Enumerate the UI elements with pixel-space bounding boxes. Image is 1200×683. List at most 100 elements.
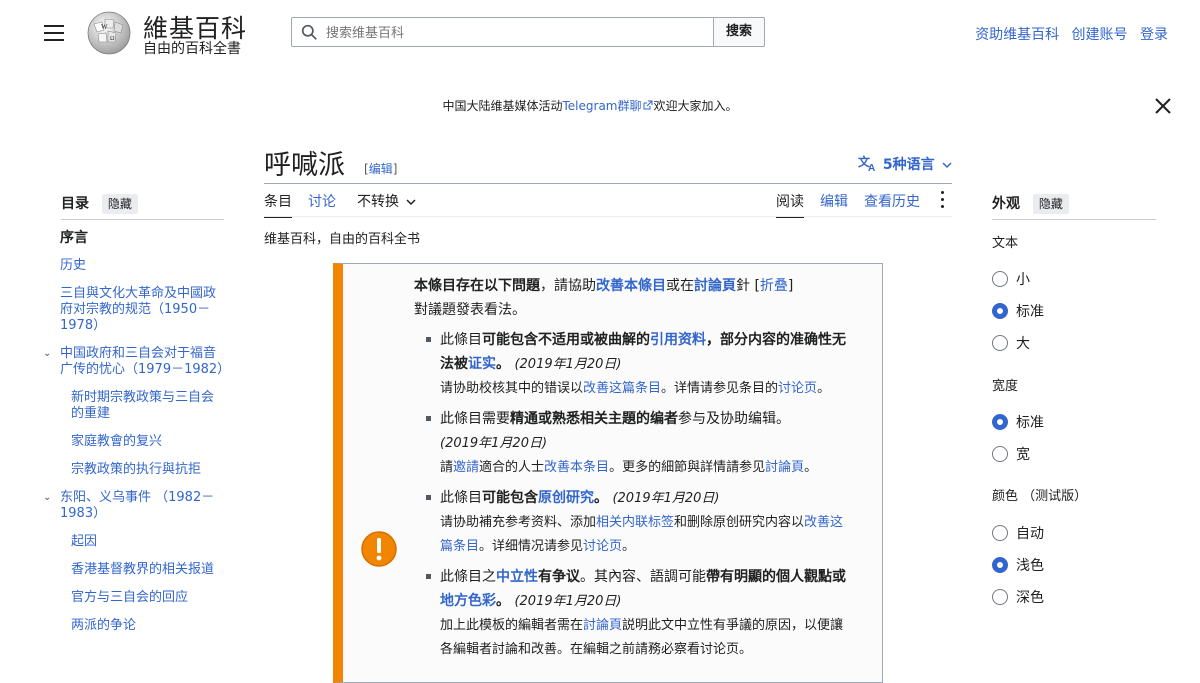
radio-button[interactable]: [992, 525, 1008, 541]
original-research-link[interactable]: 原创研究: [538, 490, 594, 506]
text-size-small[interactable]: 小: [992, 269, 1030, 289]
talk-link[interactable]: 讨论页: [583, 539, 622, 554]
verify-link[interactable]: 证实: [468, 356, 496, 372]
svg-text:A: A: [868, 163, 875, 172]
width-standard[interactable]: 标准: [992, 412, 1044, 432]
improve-article-link[interactable]: 改善本條目: [596, 278, 666, 294]
toc-item[interactable]: 三自與文化大革命及中國政府对宗教的规范（1950－1978）: [60, 286, 225, 334]
local-color-link[interactable]: 地方色彩: [440, 593, 496, 609]
create-account-link[interactable]: 创建账号: [1072, 27, 1128, 43]
improve-link[interactable]: 改善本条目: [544, 460, 609, 475]
svg-text:W: W: [101, 23, 108, 31]
page-title: 呼喊派: [264, 150, 345, 181]
variant-dropdown[interactable]: 不转换: [357, 191, 416, 211]
text-size-label: 文本: [992, 236, 1019, 251]
toc-subitem[interactable]: 宗教政策的执行與抗拒: [71, 462, 225, 478]
toc-item[interactable]: 中国政府和三自会对于福音广传的忧心（1979－1982）: [60, 346, 230, 377]
invite-link[interactable]: 邀請: [453, 460, 479, 475]
external-link-icon: [643, 100, 652, 110]
issue-item: 此條目需要精通或熟悉相关主題的编者参与及协助编辑。 (2019年1月20日) 請邀…: [426, 407, 848, 480]
citation-link[interactable]: 引用资料: [650, 332, 706, 348]
radio-button[interactable]: [992, 271, 1008, 287]
color-dark[interactable]: 深色: [992, 587, 1044, 607]
radio-button[interactable]: [992, 335, 1008, 351]
table-of-contents: 序言 历史 三自與文化大革命及中國政府对宗教的规范（1950－1978） ⌄ 中…: [43, 230, 230, 646]
toc-divider: [61, 219, 224, 220]
radio-button[interactable]: [992, 446, 1008, 462]
appearance-title: 外观: [992, 196, 1020, 212]
text-size-standard[interactable]: 标准: [992, 301, 1044, 321]
close-icon[interactable]: [1153, 96, 1173, 116]
toc-subitem[interactable]: 家庭教會的复兴: [71, 434, 225, 450]
tab-edit[interactable]: 编辑: [820, 191, 848, 211]
toc-subitem[interactable]: 官方与三自会的回应: [71, 590, 225, 606]
language-count: 5种语言: [882, 157, 935, 173]
issue-item: 此條目可能包含原创研究。 (2019年1月20日) 请协助補充参考资料、添加相关…: [426, 486, 848, 559]
toc-header: 目录 隐藏: [61, 193, 138, 214]
toc-subitem[interactable]: 新时期宗教政策与三自会的重建: [71, 390, 225, 422]
language-button[interactable]: 文 A 5种语言: [858, 154, 952, 174]
main-menu-button[interactable]: [44, 25, 64, 41]
improve-link[interactable]: 改善这篇条目: [583, 381, 661, 396]
tab-article[interactable]: 条目: [264, 191, 292, 218]
title-edit-section: [编辑]: [364, 162, 398, 176]
toc-item[interactable]: 历史: [60, 258, 225, 274]
search-button[interactable]: 搜索: [713, 17, 765, 47]
toc-item-intro[interactable]: 序言: [60, 230, 225, 246]
chevron-down-icon: [941, 162, 952, 169]
color-label: 颜色 （测试版）: [992, 489, 1088, 504]
notice-text: 針: [736, 278, 750, 294]
toc-subitem[interactable]: 两派的争论: [71, 618, 225, 634]
telegram-link[interactable]: Telegram群聊: [563, 99, 642, 113]
notice-text: ，請協助: [540, 278, 596, 294]
title-edit-link[interactable]: 编辑: [369, 162, 393, 176]
toc-subitem[interactable]: 香港基督教界的相关报道: [71, 562, 225, 578]
radio-button-selected[interactable]: [992, 557, 1008, 573]
translate-icon: 文 A: [858, 154, 875, 174]
logo-tagline: 自由的百科全書: [143, 41, 241, 57]
toc-subitem[interactable]: 起因: [71, 534, 225, 550]
appearance-hide-button[interactable]: 隐藏: [1032, 194, 1069, 214]
tab-read[interactable]: 阅读: [776, 191, 804, 218]
issue-item: 此條目可能包含不适用或被曲解的引用资料，部分内容的准确性无法被证实。 (2019…: [426, 328, 848, 401]
chevron-down-icon[interactable]: ⌄: [43, 346, 51, 362]
site-notice: 中国大陆维基媒体活动Telegram群聊 欢迎大家加入。: [0, 97, 1180, 114]
donate-link[interactable]: 资助维基百科: [975, 27, 1059, 43]
more-actions-icon[interactable]: [940, 191, 946, 209]
neutrality-link[interactable]: 中立性: [496, 569, 538, 585]
search-input[interactable]: [324, 18, 708, 48]
login-link[interactable]: 登录: [1140, 27, 1168, 43]
radio-button[interactable]: [992, 589, 1008, 605]
tab-history[interactable]: 查看历史: [864, 191, 920, 211]
tabs-divider: [264, 216, 952, 217]
talk-page-link[interactable]: 討論頁: [694, 278, 736, 294]
wikipedia-globe-logo[interactable]: W Ω: [84, 10, 134, 56]
search-box[interactable]: [291, 17, 714, 48]
warning-icon: [361, 531, 397, 567]
chevron-down-icon[interactable]: ⌄: [43, 490, 51, 506]
site-subtitle: 维基百科，自由的百科全书: [264, 232, 421, 247]
radio-button-selected[interactable]: [992, 303, 1008, 319]
toc-item[interactable]: 东阳、义乌事件 （1982－1983）: [60, 490, 214, 521]
talk-link[interactable]: 討論頁: [583, 618, 622, 633]
color-auto[interactable]: 自动: [992, 523, 1044, 543]
user-links: 资助维基百科 创建账号 登录: [967, 24, 1168, 44]
talk-link[interactable]: 討論頁: [765, 460, 804, 475]
collapse-link[interactable]: 折叠: [760, 278, 788, 294]
variant-label: 不转换: [357, 194, 399, 210]
toc-title: 目录: [61, 196, 89, 212]
notice-text: 或在: [666, 278, 694, 294]
appearance-header: 外观 隐藏: [992, 193, 1069, 214]
inline-tags-link[interactable]: 相关内联标签: [596, 515, 674, 530]
notice-text: 對議題發表看法。: [414, 302, 526, 318]
radio-button-selected[interactable]: [992, 414, 1008, 430]
text-size-large[interactable]: 大: [992, 333, 1030, 353]
toc-hide-button[interactable]: 隐藏: [101, 194, 138, 214]
tab-talk[interactable]: 讨论: [308, 191, 336, 211]
talk-link[interactable]: 讨论页: [778, 381, 817, 396]
color-light[interactable]: 浅色: [992, 555, 1044, 575]
width-wide[interactable]: 宽: [992, 444, 1030, 464]
chevron-down-icon: [406, 199, 416, 206]
site-notice-text-end: 欢迎大家加入。: [653, 99, 738, 113]
issue-list: 此條目可能包含不适用或被曲解的引用资料，部分内容的准确性无法被证实。 (2019…: [426, 328, 848, 668]
